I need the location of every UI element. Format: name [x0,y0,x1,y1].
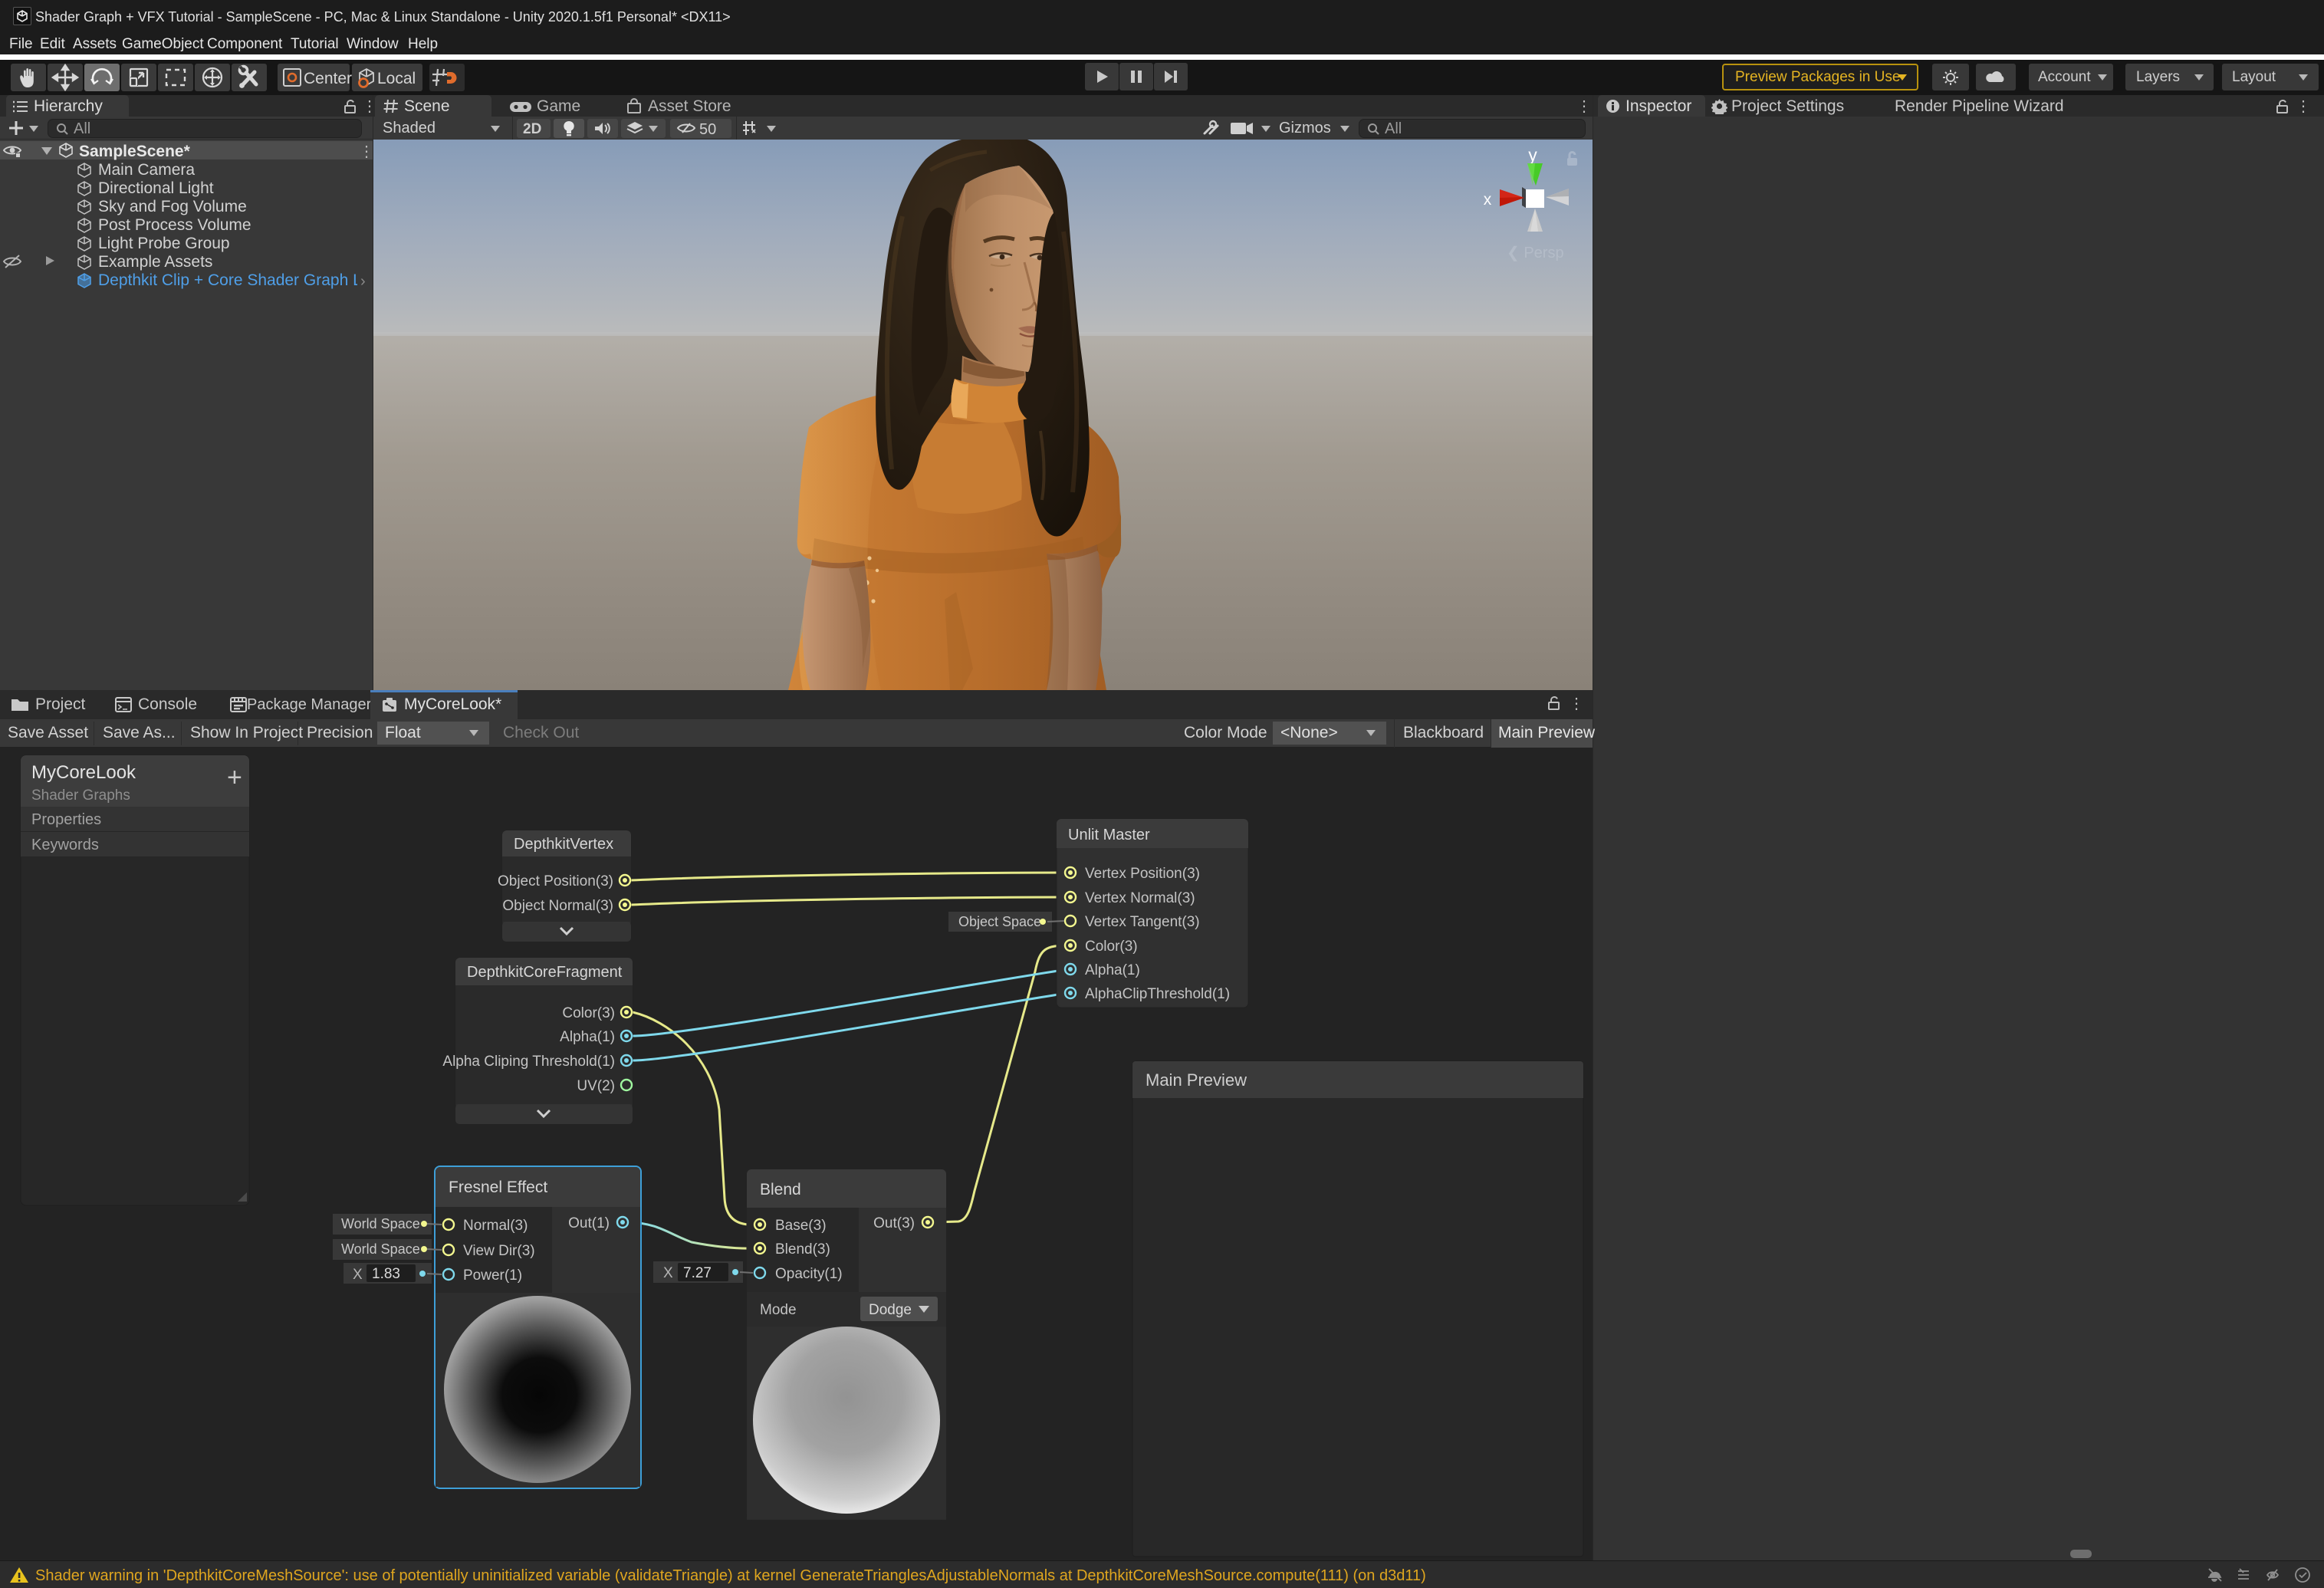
svg-text:World Space: World Space [341,1241,420,1257]
svg-text:View Dir(3): View Dir(3) [463,1243,535,1259]
svg-text:Main Preview: Main Preview [1146,1070,1247,1090]
svg-text:Properties: Properties [31,811,101,828]
svg-text:Blend: Blend [760,1181,801,1198]
svg-text:Center: Center [304,70,352,87]
svg-text:7.27: 7.27 [683,1265,712,1281]
svg-text:Object Space: Object Space [958,914,1041,929]
svg-text:Alpha Cliping Threshold(1): Alpha Cliping Threshold(1) [442,1054,615,1070]
svg-text:Out(1): Out(1) [568,1215,610,1231]
svg-text:Vertex Tangent(3): Vertex Tangent(3) [1085,914,1200,930]
svg-text:y: y [1528,145,1537,165]
svg-text:Vertex Position(3): Vertex Position(3) [1085,866,1200,882]
svg-text:X: X [663,1265,673,1281]
svg-text:World Space: World Space [341,1216,420,1231]
svg-text:Keywords: Keywords [31,837,99,853]
svg-text:Power(1): Power(1) [463,1267,522,1284]
svg-text:Unlit Master: Unlit Master [1068,827,1150,843]
svg-text:DepthkitCoreFragment: DepthkitCoreFragment [467,964,623,981]
svg-text:Local: Local [377,70,416,87]
svg-text:Alpha(1): Alpha(1) [560,1029,615,1045]
svg-text:❮ Persp: ❮ Persp [1507,245,1564,261]
svg-text:Color(3): Color(3) [1085,939,1138,955]
svg-text:DepthkitVertex: DepthkitVertex [514,836,613,853]
svg-text:Fresnel Effect: Fresnel Effect [449,1179,547,1196]
svg-text:X: X [353,1267,363,1283]
svg-text:Color(3): Color(3) [562,1005,615,1021]
svg-text:Shader Graphs: Shader Graphs [31,787,130,804]
svg-text:AlphaClipThreshold(1): AlphaClipThreshold(1) [1085,986,1230,1002]
svg-text:Base(3): Base(3) [775,1218,827,1234]
svg-text:Blend(3): Blend(3) [775,1241,830,1258]
svg-text:+: + [227,763,242,792]
svg-text:Object Normal(3): Object Normal(3) [502,898,613,914]
svg-text:Mode: Mode [760,1302,797,1318]
svg-text:x: x [1484,191,1492,209]
svg-text:Out(3): Out(3) [873,1215,915,1231]
svg-text:Vertex Normal(3): Vertex Normal(3) [1085,890,1195,906]
svg-text:MyCoreLook: MyCoreLook [31,762,136,783]
svg-text:Alpha(1): Alpha(1) [1085,962,1140,978]
svg-text:Dodge: Dodge [869,1302,912,1318]
svg-text:Object Position(3): Object Position(3) [498,873,613,889]
svg-text:UV(2): UV(2) [577,1078,615,1094]
svg-text:Opacity(1): Opacity(1) [775,1266,843,1282]
svg-text:1.83: 1.83 [372,1266,400,1282]
svg-text:Normal(3): Normal(3) [463,1218,528,1234]
